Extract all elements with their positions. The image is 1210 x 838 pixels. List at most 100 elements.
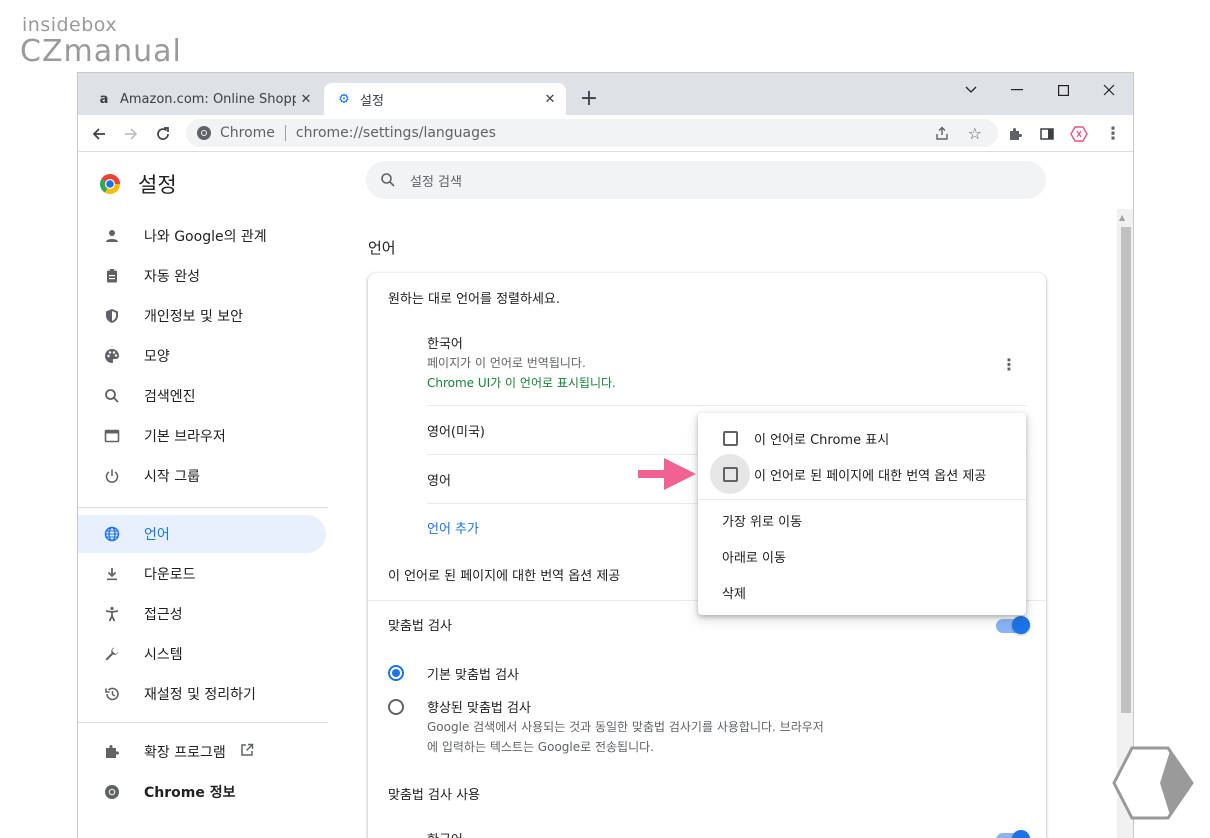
enhanced-spellcheck-label: 향상된 맞춤법 검사 — [427, 701, 531, 716]
sidebar-item-appearance[interactable]: 모양 — [78, 337, 326, 375]
sidebar-item-accessibility[interactable]: 접근성 — [78, 595, 326, 633]
gear-icon: ⚙ — [338, 91, 350, 107]
person-icon — [102, 226, 122, 246]
reload-button[interactable] — [150, 121, 176, 147]
checkbox[interactable] — [723, 466, 738, 482]
menu-item-label: 이 언어로 된 페이지에 대한 번역 옵션 제공 — [754, 468, 987, 484]
sidebar-item-label: 시스템 — [144, 647, 183, 663]
sidebar-item-you-and-google[interactable]: 나와 Google의 관계 — [78, 217, 326, 255]
sidebar-item-system[interactable]: 시스템 — [78, 635, 326, 673]
menu-button[interactable]: ⋮ — [1100, 121, 1126, 147]
korean-spellcheck-toggle[interactable] — [996, 830, 1030, 838]
accessibility-icon — [102, 604, 122, 624]
brand-hexagon-icon — [1112, 746, 1194, 820]
sidebar-item-label: 검색엔진 — [144, 389, 196, 405]
menu-item-offer-translate[interactable]: 이 언어로 된 페이지에 대한 번역 옵션 제공 — [698, 463, 1026, 485]
side-panel-icon — [1040, 128, 1054, 140]
minimize-button[interactable] — [994, 77, 1040, 103]
use-spellcheck-title: 맞춤법 검사 사용 — [388, 788, 480, 803]
menu-item-label: 이 언어로 Chrome 표시 — [754, 432, 890, 448]
sidebar-item-label: 재설정 및 정리하기 — [144, 687, 256, 703]
toolbar: Chrome chrome://settings/languages ☆ ⋮ — [78, 115, 1133, 152]
arrow-right-icon — [125, 128, 138, 140]
more-vertical-icon: ⋮ — [1104, 124, 1122, 144]
sidebar-item-label: 모양 — [144, 349, 170, 365]
sidebar-item-about-chrome[interactable]: Chrome 정보 — [78, 773, 326, 811]
extension-button[interactable] — [1066, 121, 1092, 147]
enhanced-spellcheck-desc: Google 검색에서 사용되는 것과 동일한 맞춤법 검사기를 사용합니다. … — [427, 720, 824, 734]
puzzle-icon — [1010, 128, 1022, 140]
back-button[interactable] — [86, 121, 112, 147]
star-icon[interactable]: ☆ — [968, 124, 982, 143]
new-tab-button[interactable]: + — [576, 85, 602, 111]
browser-window: a Amazon.com: Online Shopping ✕ ⚙ 설정 ✕ + — [77, 72, 1134, 838]
menu-item-remove[interactable]: 삭제 — [698, 579, 1026, 605]
sidebar-item-label: Chrome 정보 — [144, 785, 236, 801]
spellcheck-toggle[interactable] — [996, 616, 1030, 634]
sidebar-item-on-startup[interactable]: 시작 그룹 — [78, 457, 326, 495]
toggle-knob — [1012, 616, 1030, 634]
close-window-button[interactable] — [1086, 77, 1132, 103]
language-name: 영어 — [427, 474, 451, 489]
settings-page: 설정 설정 검색 나와 Google의 관계 자동 완성 개인정보 및 보안 모… — [78, 153, 1133, 838]
side-panel-button[interactable] — [1034, 121, 1060, 147]
menu-item-display-chrome[interactable]: 이 언어로 Chrome 표시 — [698, 427, 1026, 449]
extensions-button[interactable] — [1002, 121, 1028, 147]
sidebar-item-autofill[interactable]: 자동 완성 — [78, 257, 326, 295]
sidebar-item-label: 시작 그룹 — [144, 469, 200, 485]
puzzle-icon — [102, 742, 122, 762]
palette-icon — [102, 346, 122, 366]
menu-item-move-down[interactable]: 아래로 이동 — [698, 543, 1026, 569]
tab-search-button[interactable] — [948, 77, 994, 103]
share-icon[interactable] — [934, 125, 950, 145]
checkbox[interactable] — [723, 430, 738, 446]
close-icon[interactable]: ✕ — [540, 89, 560, 109]
enhanced-spellcheck-radio[interactable] — [388, 699, 404, 715]
history-icon — [102, 684, 122, 704]
watermark-top: insidebox — [22, 14, 118, 36]
chrome-outline-icon — [102, 782, 122, 802]
sidebar-item-label: 다운로드 — [144, 567, 196, 583]
sidebar-item-privacy[interactable]: 개인정보 및 보안 — [78, 297, 326, 335]
amazon-icon: a — [99, 91, 109, 107]
language-name: 한국어 — [427, 337, 463, 352]
sidebar-item-label: 자동 완성 — [144, 269, 200, 285]
sidebar-item-reset[interactable]: 재설정 및 정리하기 — [78, 675, 326, 713]
sidebar-item-default-browser[interactable]: 기본 브라우저 — [78, 417, 326, 455]
sidebar-item-label: 개인정보 및 보안 — [144, 309, 244, 325]
close-icon[interactable]: ✕ — [296, 89, 316, 109]
tab-title: 설정 — [360, 93, 384, 109]
forward-button[interactable] — [118, 121, 144, 147]
omnibox-separator — [284, 125, 286, 141]
chrome-site-icon — [197, 126, 211, 140]
scrollbar-thumb[interactable] — [1121, 227, 1131, 713]
omnibox-url: chrome://settings/languages — [295, 125, 496, 141]
menu-item-move-top[interactable]: 가장 위로 이동 — [698, 507, 1026, 533]
search-placeholder: 설정 검색 — [410, 174, 462, 190]
tab-settings[interactable]: ⚙ 설정 ✕ — [324, 83, 566, 115]
settings-search-input[interactable]: 설정 검색 — [366, 161, 1046, 199]
language-name: 한국어 — [427, 829, 463, 838]
scroll-up-arrow-icon[interactable]: ▲ — [1119, 213, 1125, 222]
add-language-button[interactable]: 언어 추가 — [427, 518, 479, 537]
search-icon — [102, 386, 122, 406]
sidebar-item-search-engine[interactable]: 검색엔진 — [78, 377, 326, 415]
extension-hex-icon — [1070, 126, 1088, 142]
tab-amazon[interactable]: a Amazon.com: Online Shopping ✕ — [86, 83, 322, 115]
omnibox[interactable]: Chrome chrome://settings/languages ☆ — [186, 119, 998, 147]
sidebar-item-downloads[interactable]: 다운로드 — [78, 555, 326, 593]
sidebar-item-label: 확장 프로그램 — [144, 745, 226, 761]
globe-icon — [102, 524, 122, 544]
basic-spellcheck-radio[interactable] — [388, 665, 404, 681]
sidebar-item-extensions[interactable]: 확장 프로그램 — [78, 733, 326, 771]
annotation-arrow-icon — [638, 458, 696, 490]
power-icon — [102, 466, 122, 486]
chrome-logo-icon — [100, 174, 120, 194]
maximize-icon — [1057, 84, 1069, 96]
download-icon — [102, 564, 122, 584]
language-name: 영어(미국) — [427, 425, 485, 440]
toggle-knob — [1012, 830, 1030, 838]
sidebar-item-languages[interactable]: 언어 — [78, 515, 326, 553]
maximize-button[interactable] — [1040, 77, 1086, 103]
more-vertical-icon[interactable]: ⋮ — [999, 354, 1019, 374]
